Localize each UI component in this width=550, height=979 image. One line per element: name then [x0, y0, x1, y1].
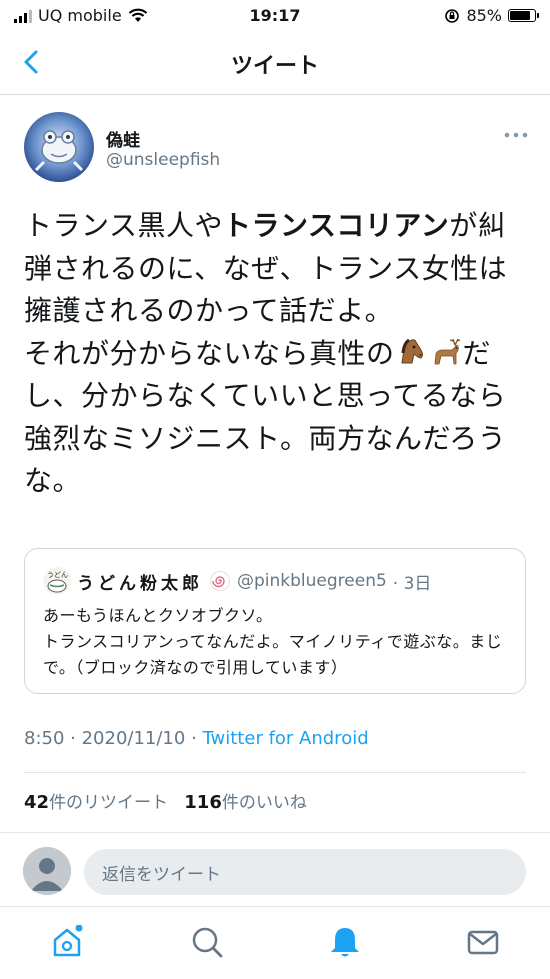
retweet-count: 42	[24, 792, 50, 813]
retweet-count-label: 件のリツイート	[49, 793, 169, 813]
retweet-count-link[interactable]: 42件のリツイート	[24, 792, 169, 813]
like-count: 116	[184, 792, 222, 813]
status-bar: UQ mobile 19:17 85%	[0, 0, 550, 32]
naruto-icon	[210, 571, 230, 591]
meta-separator: ·	[64, 728, 82, 749]
quoted-text-line: あーもうほんとクソオブクソ。	[43, 606, 273, 625]
tweet-time: 8:50	[24, 728, 65, 749]
meta-separator: ·	[185, 728, 203, 749]
divider	[24, 772, 526, 773]
author-handle[interactable]: @unsleepfish	[106, 150, 220, 170]
user-avatar	[23, 847, 71, 895]
tweet-text-bold: トランスコリアン	[222, 209, 450, 242]
like-count-label: 件のいいね	[221, 793, 307, 813]
home-icon[interactable]	[50, 925, 84, 959]
deer-emoji	[434, 338, 460, 364]
author-avatar[interactable]	[24, 112, 94, 182]
battery-percent: 85%	[466, 6, 502, 25]
battery-icon	[508, 9, 539, 22]
tweet-text-part: トランス黒人や	[24, 209, 223, 242]
quoted-author-name: うどん粉太郎	[77, 573, 203, 594]
quoted-text-line: トランスコリアンってなんだよ。マイノリティで遊ぶな。まじで。（ブロック済なので引…	[43, 632, 503, 677]
engagement-stats: 42件のリツイート 116件のいいね	[24, 788, 307, 813]
horse-face-emoji	[400, 338, 423, 363]
quoted-tweet-text: あーもうほんとクソオブクソ。 トランスコリアンってなんだよ。マイノリティで遊ぶな…	[43, 603, 513, 681]
quoted-tweet[interactable]: うどん うどん粉太郎 @pinkbluegreen5 · 3日 あーもうほんとク…	[24, 548, 526, 694]
like-count-link[interactable]: 116件のいいね	[184, 792, 307, 813]
notifications-icon[interactable]	[328, 925, 362, 959]
quoted-author-avatar: うどん	[43, 567, 71, 595]
page-title: ツイート	[230, 54, 319, 79]
tweet-source-link[interactable]: Twitter for Android	[203, 728, 369, 749]
author-name[interactable]: 偽蛙	[106, 126, 140, 151]
tweet-date: 2020/11/10	[81, 728, 186, 749]
reply-input[interactable]: 返信をツイート	[84, 849, 526, 895]
top-nav: ツイート	[0, 32, 550, 95]
orientation-lock-icon	[445, 8, 460, 23]
svg-text:うどん: うどん	[47, 571, 68, 579]
reply-bar: 返信をツイート	[0, 832, 550, 907]
search-icon[interactable]	[190, 925, 224, 959]
tweet-meta: 8:50 · 2020/11/10 · Twitter for Android	[24, 728, 369, 749]
more-options-icon[interactable]	[503, 130, 529, 140]
messages-icon[interactable]	[466, 925, 500, 959]
tweet-text: トランス黒人やトランスコリアンが糾弾されるのに、なぜ、トランス女性は擁護されるの…	[24, 205, 529, 503]
bottom-tab-bar	[0, 906, 550, 979]
tweet-author: 偽蛙 @unsleepfish	[24, 112, 529, 184]
quoted-tweet-age: · 3日	[392, 573, 432, 594]
tweet-text-part: それが分からないなら真性の	[24, 336, 395, 370]
quoted-author-handle: @pinkbluegreen5	[237, 571, 387, 591]
